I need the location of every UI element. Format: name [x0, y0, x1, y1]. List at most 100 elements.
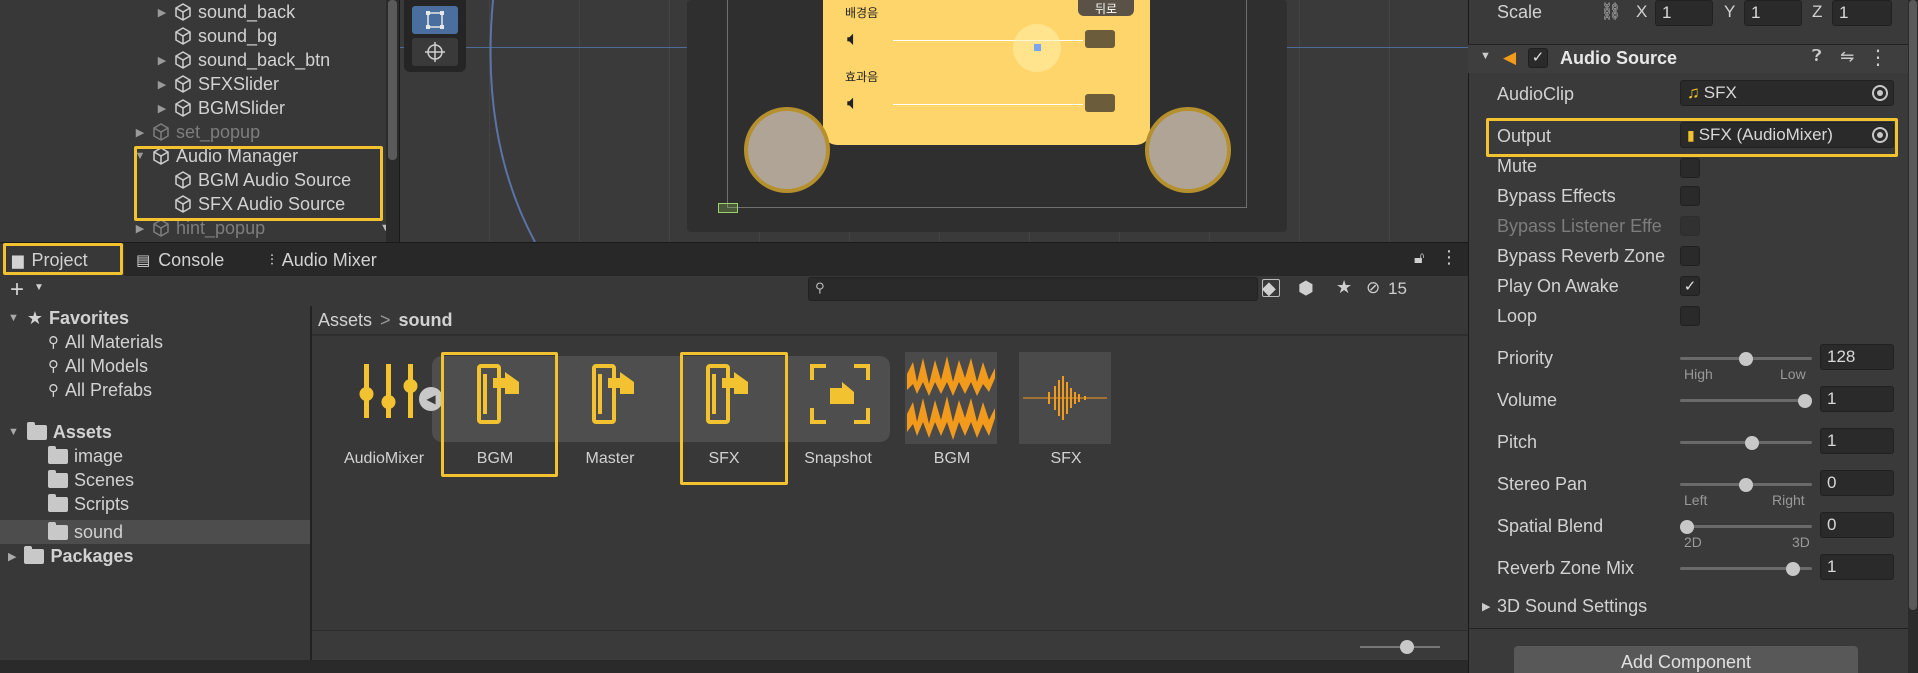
expand-arrow-icon[interactable]: ▶: [156, 54, 168, 67]
tree-item[interactable]: ⚲ All Models: [48, 354, 148, 378]
collapse-arrow-icon[interactable]: ▼: [1480, 50, 1491, 62]
volume-slider-handle[interactable]: [1798, 394, 1812, 408]
breadcrumb-assets[interactable]: Assets: [318, 310, 372, 331]
scale-x-field[interactable]: 1: [1655, 0, 1713, 26]
pitch-slider-handle[interactable]: [1744, 436, 1759, 450]
asset-sfx-group[interactable]: SFX: [674, 352, 774, 482]
scene-view[interactable]: 배경음 효과음 🔈︎ 🔈︎ 뒤로: [400, 0, 1468, 242]
collapse-arrow-icon[interactable]: ▼: [8, 312, 19, 324]
add-button[interactable]: +: [10, 276, 24, 304]
mute-checkbox[interactable]: [1680, 158, 1700, 178]
add-component-button[interactable]: Add Component: [1514, 646, 1858, 673]
asset-bgm-clip[interactable]: BGM: [902, 352, 1002, 482]
expand-arrow-icon[interactable]: ▶: [156, 6, 168, 19]
tree-item[interactable]: Scenes: [48, 468, 134, 492]
tree-packages[interactable]: ▶ Packages: [8, 544, 134, 568]
reverb-zone-mix-field[interactable]: 1: [1820, 554, 1894, 580]
transform-tool-button[interactable]: [412, 38, 458, 66]
tree-favorites[interactable]: ▼ ★ Favorites: [8, 306, 129, 330]
priority-slider-handle[interactable]: [1739, 352, 1753, 366]
hierarchy-item[interactable]: sound_bg: [174, 24, 277, 48]
help-icon[interactable]: ❓︎: [1812, 48, 1822, 66]
tree-item-sound[interactable]: sound: [48, 520, 123, 544]
tree-item[interactable]: image: [48, 444, 123, 468]
hierarchy-item-sfx-audio-source[interactable]: SFX Audio Source: [174, 192, 345, 216]
search-input[interactable]: ⚲: [808, 277, 1258, 301]
play-on-awake-checkbox[interactable]: ✓: [1680, 276, 1700, 296]
tab-project[interactable]: ▆ Project: [0, 243, 124, 277]
hierarchy-item[interactable]: ▶ sound_back_btn: [156, 48, 330, 72]
collapse-arrow-icon[interactable]: ▼: [8, 426, 19, 438]
expand-arrow-icon[interactable]: ▶: [156, 102, 168, 115]
audioclip-field[interactable]: ♫ SFX: [1680, 80, 1894, 106]
filter-label-icon[interactable]: ⬢: [1298, 278, 1314, 299]
expand-arrow-icon[interactable]: ▶: [8, 550, 16, 563]
tree-item[interactable]: Scripts: [48, 492, 129, 516]
output-field[interactable]: ▮ SFX (AudioMixer): [1680, 122, 1894, 148]
stereo-pan-field[interactable]: 0: [1820, 470, 1894, 496]
tree-assets[interactable]: ▼ Assets: [8, 420, 112, 444]
3d-sound-settings-foldout[interactable]: 3D Sound Settings: [1497, 596, 1647, 617]
asset-bgm-group[interactable]: BGM: [445, 352, 545, 482]
hierarchy-item[interactable]: ▶ SFXSlider: [156, 72, 279, 96]
bypass-reverb-checkbox[interactable]: [1680, 246, 1700, 266]
stereo-pan-slider-handle[interactable]: [1739, 478, 1753, 492]
rect-tool-button[interactable]: [412, 6, 458, 34]
hierarchy-item[interactable]: ▶ sound_back: [156, 0, 295, 24]
asset-master-group[interactable]: Master: [560, 352, 660, 482]
volume-slider[interactable]: [1680, 399, 1812, 402]
more-menu-icon[interactable]: ⋮: [1440, 247, 1458, 268]
object-picker-icon[interactable]: [1872, 85, 1888, 101]
bgm-slider-handle[interactable]: [1085, 30, 1115, 48]
hierarchy-item[interactable]: ▶ hint_popup: [134, 216, 265, 240]
hierarchy-item-bgm-audio-source[interactable]: BGM Audio Source: [174, 168, 351, 192]
expand-arrow-icon[interactable]: ▶: [134, 126, 146, 139]
expand-arrow-icon[interactable]: ▶: [134, 222, 146, 235]
asset-sfx-clip[interactable]: SFX: [1016, 352, 1116, 482]
spatial-blend-slider-handle[interactable]: [1680, 520, 1694, 534]
asset-audiomixer[interactable]: AudioMixer: [334, 352, 434, 482]
hierarchy-item[interactable]: ▶ set_popup: [134, 120, 260, 144]
back-button[interactable]: 뒤로: [1078, 0, 1134, 16]
tree-item[interactable]: ⚲ All Materials: [48, 330, 163, 354]
expand-arrow-icon[interactable]: ▶: [1482, 600, 1490, 613]
preset-icon[interactable]: ⇋: [1840, 47, 1854, 67]
hierarchy-item-audio-manager[interactable]: ▼ Audio Manager: [134, 144, 299, 168]
asset-snapshot[interactable]: Snapshot: [788, 352, 888, 482]
tree-item[interactable]: ⚲ All Prefabs: [48, 378, 152, 402]
spatial-blend-slider[interactable]: [1680, 525, 1812, 528]
bypass-effects-checkbox[interactable]: [1680, 186, 1700, 206]
rect-handle[interactable]: [718, 203, 738, 213]
inspector-scrollbar[interactable]: [1908, 0, 1918, 673]
audio-source-icon: ◀: [1503, 48, 1517, 67]
round-button-right[interactable]: [1145, 107, 1231, 193]
search-icon: ⚲: [48, 358, 59, 375]
loop-checkbox[interactable]: [1680, 306, 1700, 326]
favorite-star-icon[interactable]: ★: [1336, 277, 1352, 298]
settings-popup[interactable]: 배경음 효과음 🔈︎ 🔈︎ 뒤로: [823, 0, 1150, 145]
lock-icon[interactable]: 🔓︎: [1414, 250, 1424, 268]
volume-field[interactable]: 1: [1820, 386, 1894, 412]
object-picker-icon[interactable]: [1872, 127, 1888, 143]
expand-arrow-icon[interactable]: ▶: [156, 78, 168, 91]
search-by-type-icon[interactable]: [1262, 279, 1280, 297]
add-dropdown-icon[interactable]: ▼: [34, 282, 44, 293]
scale-z-field[interactable]: 1: [1832, 0, 1892, 26]
zoom-slider-handle[interactable]: [1400, 640, 1414, 654]
spatial-blend-field[interactable]: 0: [1820, 512, 1894, 538]
pitch-field[interactable]: 1: [1820, 428, 1894, 454]
constrain-proportions-icon[interactable]: ⛓︎: [1600, 2, 1622, 22]
round-button-left[interactable]: [744, 107, 830, 193]
hierarchy-scrollbar[interactable]: [386, 0, 399, 242]
hidden-packages-icon[interactable]: ⊘: [1366, 278, 1380, 298]
component-enabled-checkbox[interactable]: ✓: [1528, 48, 1548, 68]
tab-audio-mixer[interactable]: ⫶ Audio Mixer: [270, 243, 377, 277]
sfx-slider-handle[interactable]: [1085, 94, 1115, 112]
component-menu-icon[interactable]: ⋮: [1868, 45, 1888, 70]
scale-y-field[interactable]: 1: [1744, 0, 1802, 26]
collapse-arrow-icon[interactable]: ▼: [134, 150, 146, 162]
hierarchy-item[interactable]: ▶ BGMSlider: [156, 96, 285, 120]
breadcrumb-current[interactable]: sound: [399, 310, 453, 331]
priority-field[interactable]: 128: [1820, 344, 1894, 370]
tab-console[interactable]: ▤ Console: [136, 243, 224, 277]
